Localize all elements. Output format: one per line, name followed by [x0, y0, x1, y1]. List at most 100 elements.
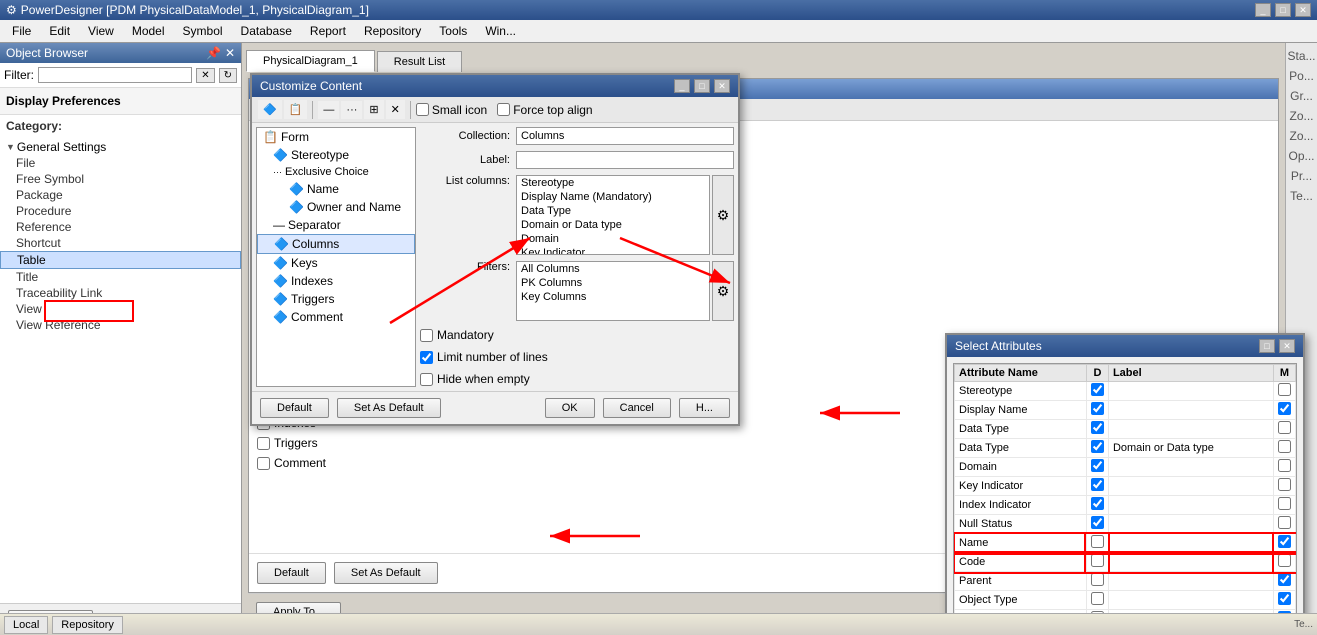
filters-edit-btn[interactable]: ⚙: [712, 261, 734, 321]
tree-table[interactable]: Table: [0, 251, 241, 269]
tab-result-list[interactable]: Result List: [377, 51, 462, 72]
filter-pk-cols[interactable]: PK Columns: [517, 276, 709, 290]
sidebar-te[interactable]: Te...: [1288, 187, 1315, 205]
force-top-align-cb[interactable]: Force top align: [497, 103, 592, 117]
sidebar-zo2[interactable]: Zo...: [1287, 127, 1315, 145]
tree-general-settings[interactable]: ▼ General Settings: [0, 139, 241, 155]
cb-limit-lines[interactable]: Limit number of lines: [420, 349, 734, 365]
node-stereotype[interactable]: 🔷 Stereotype: [257, 146, 415, 164]
tree-title[interactable]: Title: [0, 269, 241, 285]
lc-domain[interactable]: Domain: [517, 232, 709, 246]
sidebar-sta[interactable]: Sta...: [1286, 47, 1317, 65]
customize-dialog-minimize[interactable]: _: [674, 79, 690, 93]
menu-symbol[interactable]: Symbol: [175, 22, 231, 40]
customize-default-btn[interactable]: Default: [260, 398, 329, 418]
customize-help-btn[interactable]: H...: [679, 398, 730, 418]
attr-row-null-status[interactable]: Null Status: [955, 515, 1296, 534]
tree-view-reference[interactable]: View Reference: [0, 317, 241, 333]
node-keys[interactable]: 🔷 Keys: [257, 254, 415, 272]
filter-all-cols[interactable]: All Columns: [517, 262, 709, 276]
attr-row-code[interactable]: Code: [955, 553, 1296, 572]
filter-input[interactable]: [38, 67, 192, 83]
menu-report[interactable]: Report: [302, 22, 354, 40]
attr-row-display-name[interactable]: Display Name: [955, 401, 1296, 420]
menu-win[interactable]: Win...: [477, 22, 524, 40]
node-name[interactable]: 🔷 Name: [257, 180, 415, 198]
minimize-btn[interactable]: _: [1255, 3, 1271, 17]
list-columns-edit-btn[interactable]: ⚙: [712, 175, 734, 255]
toolbar-icon2[interactable]: 📋: [284, 100, 308, 119]
node-indexes[interactable]: 🔷 Indexes: [257, 272, 415, 290]
attr-row-parent[interactable]: Parent: [955, 572, 1296, 591]
filter-key-cols[interactable]: Key Columns: [517, 290, 709, 304]
tree-traceability-link[interactable]: Traceability Link: [0, 285, 241, 301]
tree-view[interactable]: View: [0, 301, 241, 317]
lc-key-indicator[interactable]: Key Indicator: [517, 246, 709, 255]
close-btn[interactable]: ✕: [1295, 3, 1311, 17]
attr-row-object-type[interactable]: Object Type: [955, 591, 1296, 610]
filter-clear-btn[interactable]: ✕: [196, 68, 214, 83]
list-columns-box[interactable]: Stereotype Display Name (Mandatory) Data…: [516, 175, 710, 255]
menu-tools[interactable]: Tools: [431, 22, 475, 40]
node-owner-and-name[interactable]: 🔷 Owner and Name: [257, 198, 415, 216]
collection-input[interactable]: [516, 127, 734, 145]
tree-shortcut[interactable]: Shortcut: [0, 235, 241, 251]
menu-database[interactable]: Database: [233, 22, 300, 40]
menu-view[interactable]: View: [80, 22, 122, 40]
attr-row-data-type2[interactable]: Data Type Domain or Data type: [955, 439, 1296, 458]
node-triggers[interactable]: 🔷 Triggers: [257, 290, 415, 308]
node-columns[interactable]: 🔷 Columns: [257, 234, 415, 254]
label-input[interactable]: [516, 151, 734, 169]
close-panel-icon[interactable]: ✕: [225, 46, 235, 60]
attr-row-index-indicator[interactable]: Index Indicator: [955, 496, 1296, 515]
node-exclusive-choice[interactable]: ··· Exclusive Choice: [257, 164, 415, 180]
menu-file[interactable]: File: [4, 22, 39, 40]
customize-cancel-btn[interactable]: Cancel: [603, 398, 671, 418]
node-comment[interactable]: 🔷 Comment: [257, 308, 415, 326]
customize-ok-btn[interactable]: OK: [545, 398, 595, 418]
attr-row-data-type1[interactable]: Data Type: [955, 420, 1296, 439]
sidebar-op[interactable]: Op...: [1286, 147, 1316, 165]
toolbar-icon1[interactable]: 🔷: [258, 100, 282, 119]
customize-dialog-close[interactable]: ✕: [714, 79, 730, 93]
table-set-as-default-btn[interactable]: Set As Default: [334, 562, 438, 584]
sidebar-po[interactable]: Po...: [1287, 67, 1316, 85]
taskbar-local[interactable]: Local: [4, 616, 48, 634]
cb-mandatory[interactable]: Mandatory: [420, 327, 734, 343]
tree-package[interactable]: Package: [0, 187, 241, 203]
customize-dialog-restore[interactable]: □: [694, 79, 710, 93]
tree-free-symbol[interactable]: Free Symbol: [0, 171, 241, 187]
menu-model[interactable]: Model: [124, 22, 173, 40]
customize-set-as-default-btn[interactable]: Set As Default: [337, 398, 441, 418]
lc-display-name[interactable]: Display Name (Mandatory): [517, 190, 709, 204]
cb-hide-empty[interactable]: Hide when empty: [420, 371, 734, 387]
lc-stereotype[interactable]: Stereotype: [517, 176, 709, 190]
maximize-btn[interactable]: □: [1275, 3, 1291, 17]
attr-row-domain[interactable]: Domain: [955, 458, 1296, 477]
small-icon-cb[interactable]: Small icon: [416, 103, 487, 117]
lc-domain-or-data[interactable]: Domain or Data type: [517, 218, 709, 232]
sel-attr-close[interactable]: ✕: [1279, 339, 1295, 353]
node-form[interactable]: 📋 Form: [257, 128, 415, 146]
attr-row-key-indicator[interactable]: Key Indicator: [955, 477, 1296, 496]
taskbar-repository[interactable]: Repository: [52, 616, 123, 634]
node-separator[interactable]: — Separator: [257, 216, 415, 234]
tab-physical-diagram[interactable]: PhysicalDiagram_1: [246, 50, 375, 72]
sel-attr-minimize[interactable]: □: [1259, 339, 1275, 353]
attr-row-name[interactable]: Name: [955, 534, 1296, 553]
filter-go-btn[interactable]: ↻: [219, 68, 237, 83]
toolbar-dots[interactable]: ···: [341, 101, 362, 119]
lc-data-type[interactable]: Data Type: [517, 204, 709, 218]
tree-procedure[interactable]: Procedure: [0, 203, 241, 219]
toolbar-dash[interactable]: —: [318, 101, 339, 119]
menu-edit[interactable]: Edit: [41, 22, 78, 40]
tree-file[interactable]: File: [0, 155, 241, 171]
pin-icon[interactable]: 📌: [206, 46, 221, 60]
attr-row-stereotype[interactable]: Stereotype: [955, 382, 1296, 401]
toolbar-delete[interactable]: ✕: [386, 100, 405, 119]
sidebar-pr[interactable]: Pr...: [1289, 167, 1314, 185]
tree-reference[interactable]: Reference: [0, 219, 241, 235]
sidebar-gr[interactable]: Gr...: [1288, 87, 1315, 105]
menu-repository[interactable]: Repository: [356, 22, 429, 40]
filters-box[interactable]: All Columns PK Columns Key Columns: [516, 261, 710, 321]
